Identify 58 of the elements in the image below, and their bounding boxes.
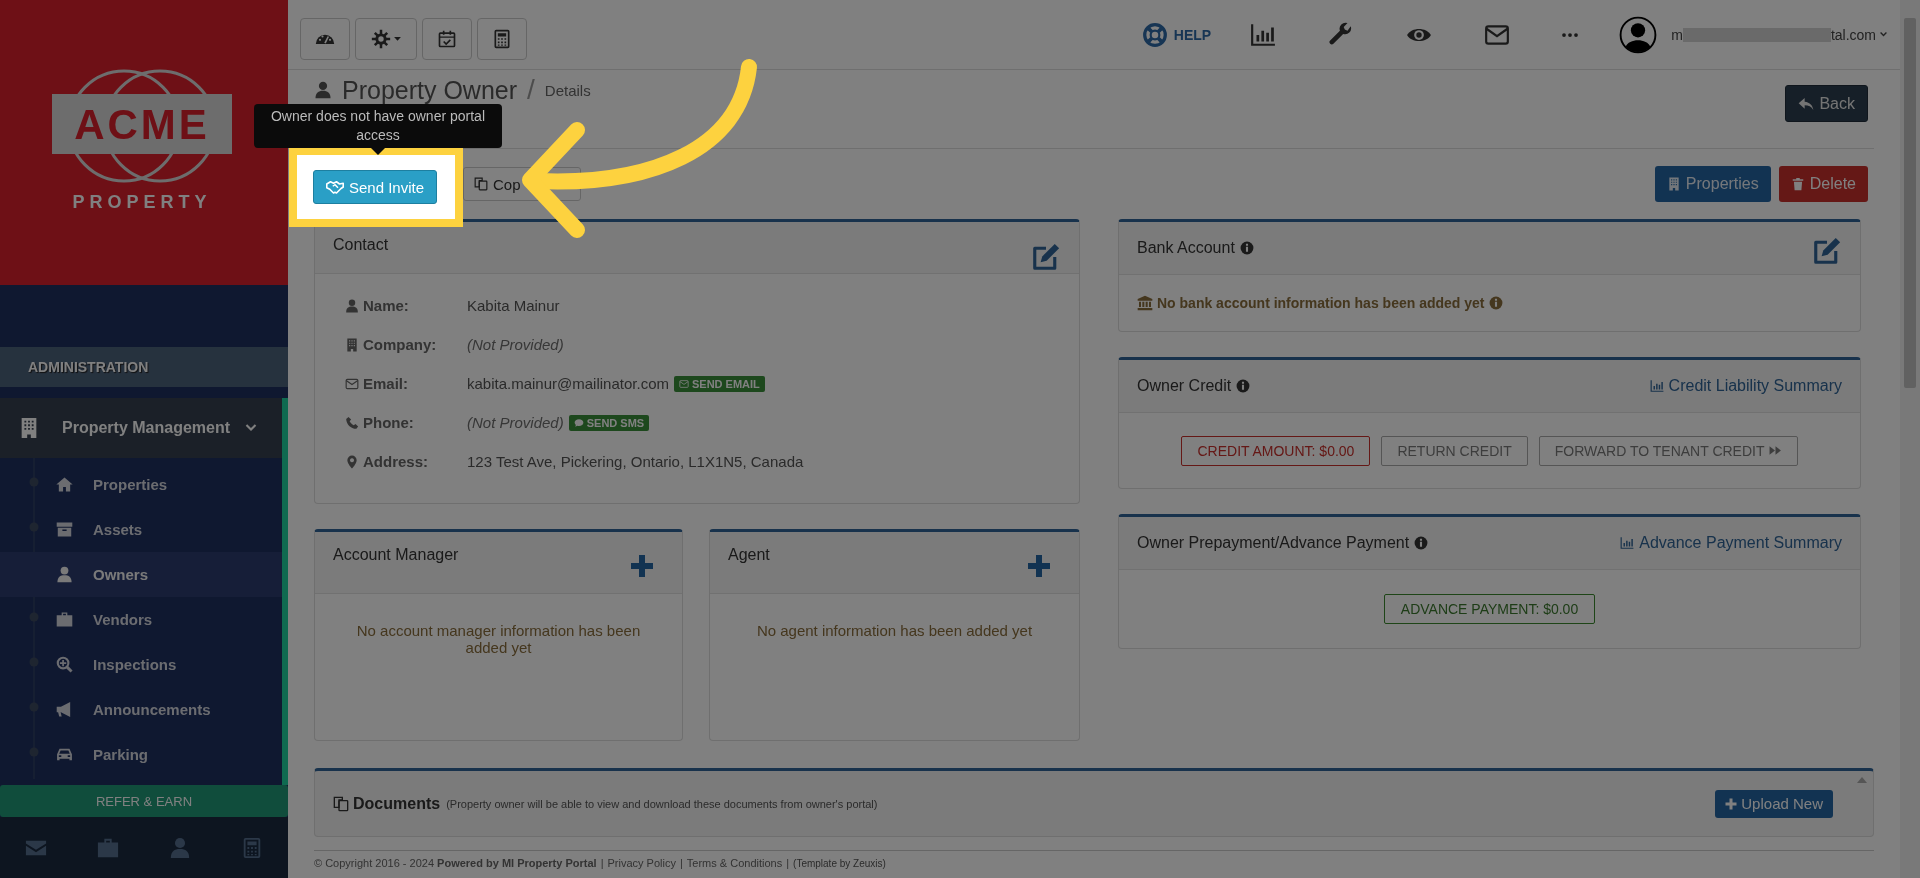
advance-payment-button[interactable]: ADVANCE PAYMENT: $0.00 <box>1383 594 1596 624</box>
sidebar-item[interactable]: Vendors <box>0 597 282 642</box>
upload-button[interactable]: Upload New <box>1715 789 1833 818</box>
send-sms-button[interactable]: SEND SMS <box>568 414 650 431</box>
empty-message: No account manager information has been added yet <box>355 622 642 656</box>
tooltip-text: Owner does not have owner portal access <box>270 107 486 145</box>
summary-link[interactable]: Advance Payment Summary <box>1619 534 1842 552</box>
panel-note: (Property owner will be able to view and download these documents from owner's portal) <box>446 797 878 810</box>
panel-title: Owner Prepayment/Advance Payment <box>1137 534 1410 552</box>
panel-title: Bank Account <box>1137 239 1235 257</box>
field-label: Address: <box>363 453 429 470</box>
user-email[interactable]: m <box>1671 26 1683 43</box>
refer-button[interactable]: REFER & EARN <box>0 785 288 817</box>
summary-link[interactable]: Credit Liability Summary <box>1648 377 1842 395</box>
field-value: (Not Provided) <box>467 414 564 431</box>
field-value: Kabita Mainur <box>467 297 560 314</box>
sidebar-item[interactable]: Announcements <box>0 687 282 732</box>
sidebar-item[interactable]: Parking <box>0 732 282 777</box>
separator: | <box>786 857 790 869</box>
credit-amount-button[interactable]: CREDIT AMOUNT: $0.00 <box>1181 435 1371 466</box>
delete-button[interactable]: Delete <box>1778 166 1868 202</box>
panel-title: Agent <box>728 546 770 564</box>
field-value: kabita.mainur@mailinator.com <box>467 375 669 392</box>
panel-title: Owner Credit <box>1137 377 1232 395</box>
panel-title: Contact <box>333 236 389 254</box>
page-title: Property Owner <box>342 75 518 105</box>
properties-button[interactable]: Properties <box>1654 166 1771 202</box>
panel-title: Documents <box>353 794 441 813</box>
field-value: 123 Test Ave, Pickering, Ontario, L1X1N5, Canada <box>467 453 804 470</box>
sidebar-item[interactable]: Properties <box>0 462 282 507</box>
company-logo: ACME PROPERTY <box>52 67 232 218</box>
menu-group[interactable]: Property Management <box>0 398 282 458</box>
copyright-text: © Copyright 2016 - 2024 Powered by MI Property Portal <box>314 857 597 869</box>
empty-message: No bank account information has been added yet <box>1157 295 1485 311</box>
field-label: Phone: <box>363 414 414 431</box>
sidebar-item[interactable]: Assets <box>0 507 282 552</box>
field-value: (Not Provided) <box>467 336 564 353</box>
footer-link[interactable]: Terms & Conditions <box>686 857 783 869</box>
menu-group-label: Property Management <box>62 419 232 437</box>
empty-message: No agent information has been added yet <box>755 622 1034 639</box>
sidebar-item[interactable]: Inspections <box>0 642 282 687</box>
field-label: Name: <box>363 297 409 314</box>
back-button[interactable]: Back <box>1785 85 1868 122</box>
breadcrumb-current: Details <box>544 81 591 99</box>
field-label: Email: <box>363 375 408 392</box>
section-heading: ADMINISTRATION <box>0 347 288 387</box>
help-link[interactable]: HELP <box>1141 21 1212 48</box>
send-email-button[interactable]: SEND EMAIL <box>674 375 765 392</box>
send-invite-button[interactable]: Send Invite <box>313 170 438 204</box>
field-label: Company: <box>363 336 437 353</box>
separator: | <box>679 857 683 869</box>
user-email[interactable]: tal.com <box>1830 26 1876 43</box>
sidebar-item[interactable]: Owners <box>0 552 282 597</box>
template-credit: (Template by Zeuxis) <box>793 858 886 869</box>
separator: | <box>600 857 604 869</box>
breadcrumb-separator: / <box>527 74 535 106</box>
panel-title: Account Manager <box>333 546 459 564</box>
footer-link[interactable]: Privacy Policy <box>607 857 676 869</box>
